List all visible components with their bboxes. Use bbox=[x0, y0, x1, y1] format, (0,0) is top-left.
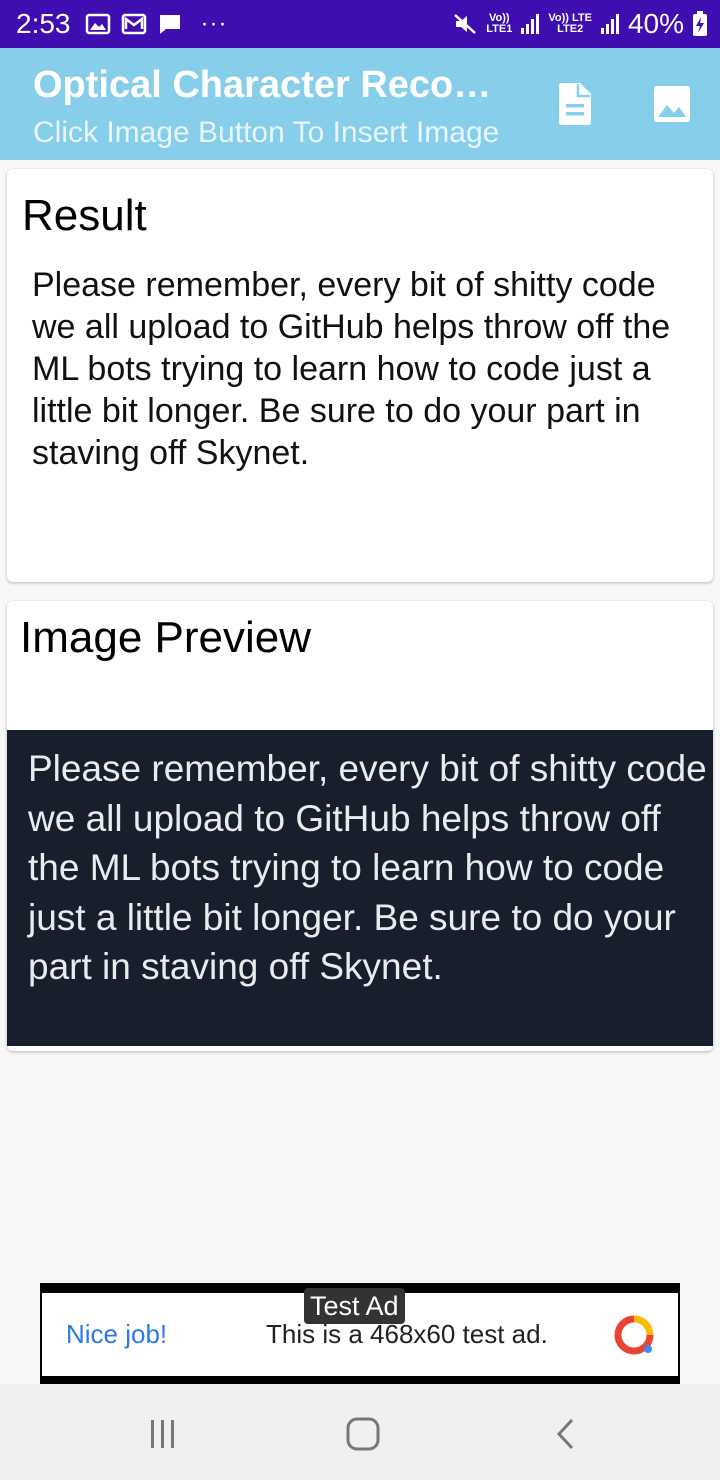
test-ad-label: Test Ad bbox=[304, 1288, 405, 1324]
signal-icon bbox=[600, 14, 619, 34]
ad-headline[interactable]: Nice job! bbox=[66, 1319, 167, 1350]
recent-apps-button[interactable] bbox=[140, 1412, 184, 1456]
message-icon bbox=[159, 15, 180, 34]
image-notification-icon bbox=[85, 13, 110, 35]
mute-icon bbox=[454, 14, 477, 34]
home-icon bbox=[346, 1417, 380, 1451]
result-title: Result bbox=[22, 191, 147, 240]
battery-charging-icon bbox=[693, 11, 707, 36]
sim2-indicator: Vo)) LTE LTE2 bbox=[548, 12, 592, 35]
app-bar: Optical Character Recognition Click Imag… bbox=[0, 48, 720, 160]
result-card: Result Please remember, every bit of shi… bbox=[7, 169, 713, 582]
admob-logo-icon bbox=[614, 1315, 654, 1355]
gmail-icon bbox=[121, 13, 146, 35]
document-icon bbox=[559, 83, 591, 125]
recent-apps-icon bbox=[151, 1420, 174, 1448]
image-preview-title: Image Preview bbox=[20, 613, 312, 662]
document-button[interactable] bbox=[551, 78, 599, 130]
more-notifications-icon: ··· bbox=[200, 10, 228, 37]
home-button[interactable] bbox=[341, 1412, 385, 1456]
insert-image-button[interactable] bbox=[648, 78, 696, 130]
sim1-indicator: Vo)) LTE1 bbox=[486, 12, 513, 35]
back-button[interactable] bbox=[543, 1412, 587, 1456]
navigation-bar bbox=[0, 1384, 720, 1480]
notification-icons: ··· bbox=[85, 10, 228, 38]
result-text: Please remember, every bit of shitty cod… bbox=[32, 266, 671, 472]
app-subtitle: Click Image Button To Insert Image bbox=[33, 116, 500, 149]
back-icon bbox=[556, 1418, 574, 1450]
signal-icon bbox=[521, 14, 540, 34]
preview-image: Please remember, every bit of shitty cod… bbox=[7, 730, 713, 1046]
status-indicators: Vo)) LTE1 Vo)) LTE LTE2 40% bbox=[452, 8, 708, 40]
battery-percent: 40% bbox=[627, 8, 684, 39]
image-icon bbox=[654, 86, 690, 122]
image-preview-card: Image Preview Please remember, every bit… bbox=[7, 601, 713, 1051]
status-time: 2:53 bbox=[16, 8, 71, 39]
app-title: Optical Character Recognition bbox=[33, 64, 513, 106]
status-bar: 2:53 ··· Vo)) LTE1 Vo)) LTE LTE2 40% bbox=[0, 0, 720, 48]
preview-image-text: Please remember, every bit of shitty cod… bbox=[28, 748, 707, 987]
